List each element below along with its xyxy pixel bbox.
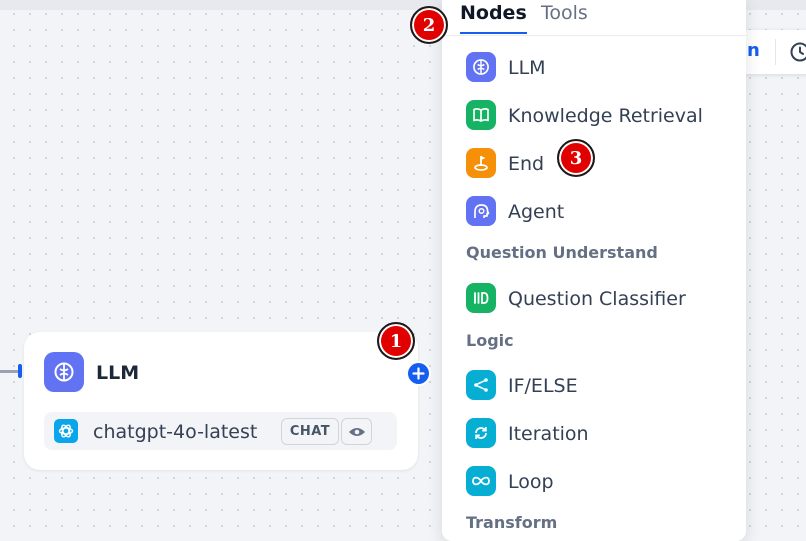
node-item-knowledge-retrieval[interactable]: Knowledge Retrieval [442,96,746,136]
llm-brain-icon [466,52,496,82]
node-item-label: Loop [508,471,554,493]
mode-badge: CHAT [281,418,339,445]
iteration-icon [466,418,496,448]
tab-tools[interactable]: Tools [541,2,588,24]
input-handle[interactable] [18,364,22,378]
llm-node[interactable]: LLM chatgpt-4o-latest CHAT [24,332,418,470]
openai-icon [54,419,78,443]
branch-icon [466,370,496,400]
annotation-marker-3: 3 [557,139,595,177]
model-selector[interactable]: chatgpt-4o-latest CHAT [44,412,397,450]
connection-edge [0,370,20,373]
node-item-label: Knowledge Retrieval [508,105,703,127]
toolbar-button-fragment[interactable]: n [747,40,760,61]
node-item-if-else[interactable]: IF/ELSE [442,366,746,406]
section-header-transform: Transform [466,513,558,532]
node-item-label: Question Classifier [508,288,686,310]
node-selector-panel: Nodes Tools LLM Knowledge Retrieval End … [442,0,746,541]
llm-brain-icon [44,352,84,392]
node-item-loop[interactable]: Loop [442,462,746,502]
tab-nodes[interactable]: Nodes [460,2,527,34]
clock-icon[interactable] [789,41,806,67]
add-next-node-button[interactable] [406,361,431,386]
eye-icon [341,418,372,445]
node-item-agent[interactable]: Agent [442,192,746,232]
toolbar-divider [775,39,776,65]
section-header-question-understand: Question Understand [466,243,658,262]
node-title: LLM [96,362,140,384]
node-item-label: IF/ELSE [508,375,578,397]
section-header-logic: Logic [466,331,514,350]
panel-tabs: Nodes Tools [442,0,746,36]
book-icon [466,100,496,130]
loop-icon [466,466,496,496]
agent-icon [466,196,496,226]
node-item-label: Iteration [508,423,589,445]
node-item-label: Agent [508,201,565,223]
annotation-marker-2: 2 [410,6,448,44]
node-item-iteration[interactable]: Iteration [442,414,746,454]
node-item-llm[interactable]: LLM [442,48,746,88]
model-name: chatgpt-4o-latest [93,421,258,443]
annotation-marker-1: 1 [377,322,415,360]
classifier-icon [466,283,496,313]
node-item-question-classifier[interactable]: Question Classifier [442,279,746,319]
end-flag-icon [466,148,496,178]
node-item-label: LLM [508,57,546,79]
node-item-label: End [508,153,545,175]
